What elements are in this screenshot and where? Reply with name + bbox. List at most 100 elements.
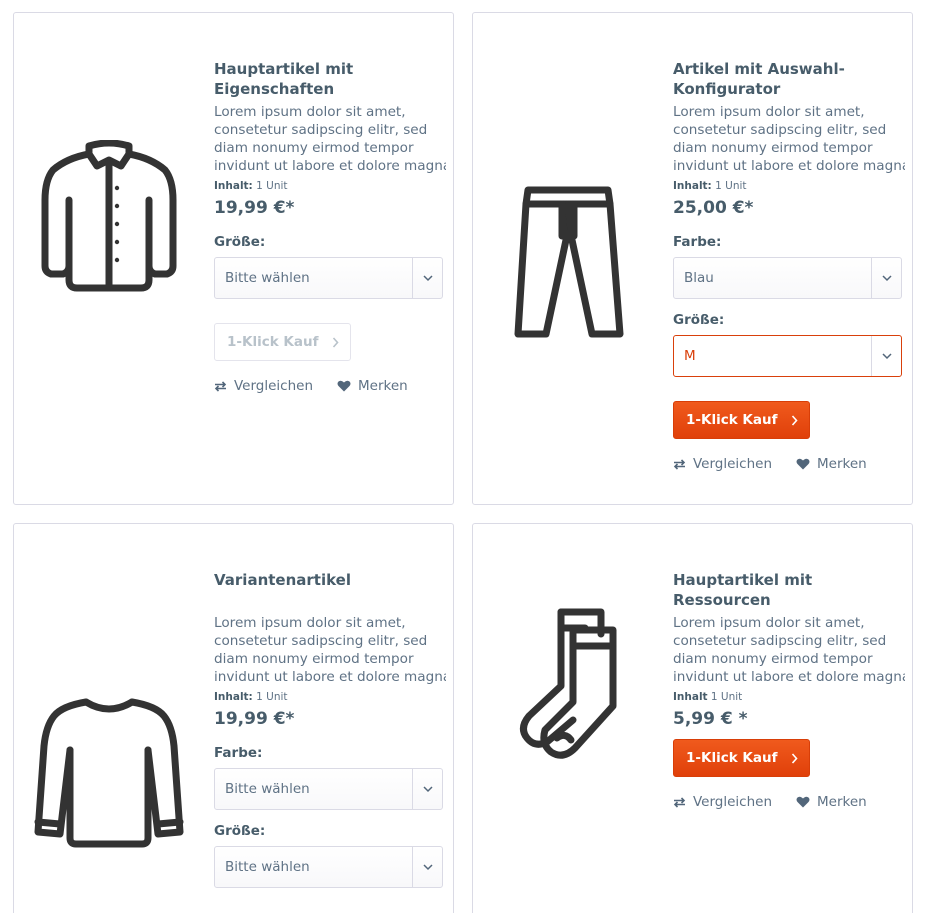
size-select[interactable]: Bitte wählen bbox=[214, 257, 443, 299]
product-unit: Inhalt: 1 Unit bbox=[214, 179, 446, 193]
product-price: 19,99 €* bbox=[214, 198, 295, 218]
size-select[interactable]: M bbox=[673, 335, 902, 377]
pants-icon[interactable] bbox=[503, 179, 633, 344]
description-line: consetetur sadipscing elitr, sed bbox=[673, 122, 887, 138]
socks-icon[interactable] bbox=[513, 604, 623, 764]
unit-label: Inhalt: bbox=[214, 180, 253, 192]
description-line: consetetur sadipscing elitr, sed bbox=[214, 122, 428, 138]
color-label: Farbe: bbox=[214, 745, 263, 761]
size-label: Größe: bbox=[214, 234, 266, 250]
size-select-value: Bitte wählen bbox=[225, 859, 310, 875]
unit-label: Inhalt bbox=[673, 691, 708, 703]
product-actions: Vergleichen Merken bbox=[214, 378, 446, 394]
color-label: Farbe: bbox=[673, 234, 722, 250]
product-unit: Inhalt: 1 Unit bbox=[673, 179, 905, 193]
description-line: Lorem ipsum dolor sit amet, bbox=[214, 104, 406, 120]
product-actions: Vergleichen Merken bbox=[673, 456, 905, 472]
unit-value: 1 Unit bbox=[256, 691, 288, 703]
heart-icon bbox=[796, 458, 810, 470]
remember-label: Merken bbox=[817, 794, 867, 810]
chevron-right-icon bbox=[333, 336, 340, 348]
product-price: 19,99 €* bbox=[214, 709, 295, 729]
unit-label: Inhalt: bbox=[673, 180, 712, 192]
description-line: consetetur sadipscing elitr, sed bbox=[214, 633, 428, 649]
chevron-down-icon bbox=[412, 769, 442, 809]
sweater-icon[interactable] bbox=[32, 692, 186, 852]
remember-link[interactable]: Merken bbox=[337, 378, 408, 394]
size-label: Größe: bbox=[214, 823, 266, 839]
product-price: 25,00 €* bbox=[673, 198, 754, 218]
description-line: Lorem ipsum dolor sit amet, bbox=[673, 615, 865, 631]
unit-value: 1 Unit bbox=[710, 691, 743, 703]
description-line: invidunt ut labore et dolore magna bbox=[673, 669, 905, 685]
buy-button-label: 1-Klick Kauf bbox=[686, 412, 778, 428]
chevron-down-icon bbox=[871, 336, 901, 376]
product-title[interactable]: Hauptartikel mit Ressourcen bbox=[673, 570, 905, 610]
color-select[interactable]: Blau bbox=[673, 257, 902, 299]
one-click-buy-button[interactable]: 1-Klick Kauf bbox=[673, 739, 811, 777]
product-card: Artikel mit Auswahl-Konfigurator Lorem i… bbox=[472, 12, 913, 505]
unit-value: 1 Unit bbox=[715, 180, 747, 192]
size-select-value: M bbox=[684, 348, 696, 364]
compare-label: Vergleichen bbox=[693, 456, 773, 472]
product-info: Hauptartikel mit Ressourcen Lorem ipsum … bbox=[673, 570, 905, 810]
description-line: consetetur sadipscing elitr, sed bbox=[673, 633, 887, 649]
color-select-value: Blau bbox=[684, 270, 714, 286]
chevron-down-icon bbox=[412, 258, 442, 298]
chevron-right-icon bbox=[792, 414, 799, 426]
remember-link[interactable]: Merken bbox=[796, 794, 867, 810]
color-select-value: Bitte wählen bbox=[225, 781, 310, 797]
remember-label: Merken bbox=[817, 456, 867, 472]
description-line: invidunt ut labore et dolore magna bbox=[673, 158, 905, 174]
remember-link[interactable]: Merken bbox=[796, 456, 867, 472]
description-line: invidunt ut labore et dolore magna bbox=[214, 669, 446, 685]
color-select[interactable]: Bitte wählen bbox=[214, 768, 443, 810]
description-line: diam nonumy eirmod tempor bbox=[673, 651, 873, 667]
compare-link[interactable]: Vergleichen bbox=[214, 378, 313, 394]
buy-button-label: 1-Klick Kauf bbox=[227, 334, 319, 350]
size-label: Größe: bbox=[673, 312, 725, 328]
product-actions: Vergleichen Merken bbox=[673, 794, 905, 810]
product-card: Hauptartikel mit Eigenschaften Lorem ips… bbox=[13, 12, 454, 505]
product-info: Variantenartikel Lorem ipsum dolor sit a… bbox=[214, 570, 446, 888]
heart-icon bbox=[337, 380, 351, 392]
unit-value: 1 Unit bbox=[256, 180, 288, 192]
one-click-buy-button[interactable]: 1-Klick Kauf bbox=[214, 323, 352, 361]
product-description: Lorem ipsum dolor sit amet, consetetur s… bbox=[673, 103, 905, 175]
description-line: Lorem ipsum dolor sit amet, bbox=[673, 104, 865, 120]
product-description: Lorem ipsum dolor sit amet, consetetur s… bbox=[214, 614, 446, 686]
compare-link[interactable]: Vergleichen bbox=[673, 794, 772, 810]
description-line: Lorem ipsum dolor sit amet, bbox=[214, 615, 406, 631]
one-click-buy-button[interactable]: 1-Klick Kauf bbox=[673, 401, 811, 439]
description-line: diam nonumy eirmod tempor bbox=[214, 140, 414, 156]
chevron-right-icon bbox=[792, 752, 799, 764]
compare-link[interactable]: Vergleichen bbox=[673, 456, 772, 472]
compare-label: Vergleichen bbox=[234, 378, 314, 394]
product-price: 5,99 € * bbox=[673, 709, 748, 729]
compare-label: Vergleichen bbox=[693, 794, 773, 810]
compare-arrows-icon bbox=[673, 458, 686, 470]
description-line: diam nonumy eirmod tempor bbox=[673, 140, 873, 156]
product-description: Lorem ipsum dolor sit amet, consetetur s… bbox=[214, 103, 446, 175]
size-select[interactable]: Bitte wählen bbox=[214, 846, 443, 888]
chevron-down-icon bbox=[412, 847, 442, 887]
buy-button-label: 1-Klick Kauf bbox=[686, 750, 778, 766]
product-title[interactable]: Hauptartikel mit Eigenschaften bbox=[214, 59, 446, 99]
product-description: Lorem ipsum dolor sit amet, consetetur s… bbox=[673, 614, 905, 686]
compare-arrows-icon bbox=[673, 796, 686, 808]
product-unit: Inhalt: 1 Unit bbox=[214, 690, 446, 704]
product-title[interactable]: Artikel mit Auswahl-Konfigurator bbox=[673, 59, 905, 99]
size-select-value: Bitte wählen bbox=[225, 270, 310, 286]
description-line: invidunt ut labore et dolore magna bbox=[214, 158, 446, 174]
heart-icon bbox=[796, 796, 810, 808]
jacket-icon[interactable] bbox=[34, 133, 184, 303]
product-card: Hauptartikel mit Ressourcen Lorem ipsum … bbox=[472, 523, 913, 913]
unit-label: Inhalt: bbox=[214, 691, 253, 703]
product-info: Hauptartikel mit Eigenschaften Lorem ips… bbox=[214, 59, 446, 394]
compare-arrows-icon bbox=[214, 380, 227, 392]
remember-label: Merken bbox=[358, 378, 408, 394]
description-line: diam nonumy eirmod tempor bbox=[214, 651, 414, 667]
chevron-down-icon bbox=[871, 258, 901, 298]
product-title[interactable]: Variantenartikel bbox=[214, 570, 446, 610]
product-unit: Inhalt 1 Unit bbox=[673, 690, 905, 704]
